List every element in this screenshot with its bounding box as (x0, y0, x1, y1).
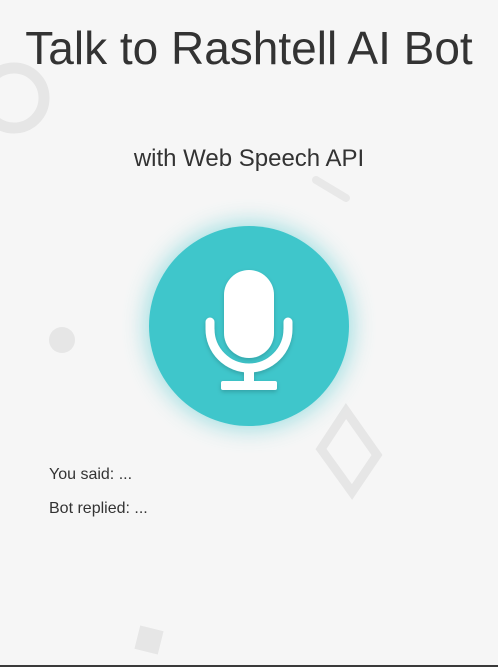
ring-shape (0, 62, 50, 134)
bot-replied-value: ... (134, 500, 148, 517)
page-subtitle: with Web Speech API (133, 145, 365, 172)
dash-shape (312, 176, 350, 202)
you-said-line: You said: ... (49, 466, 132, 484)
you-said-value: ... (118, 466, 133, 483)
page-title: Talk to Rashtell AI Bot (25, 22, 473, 74)
bot-replied-line: Bot replied: ... (49, 500, 148, 518)
square-shape (134, 625, 164, 655)
dot-shape (49, 327, 75, 353)
microphone-icon (205, 270, 293, 390)
you-said-label: You said: (49, 466, 115, 483)
bot-replied-label: Bot replied: (49, 500, 130, 517)
microphone-button[interactable] (149, 226, 349, 426)
